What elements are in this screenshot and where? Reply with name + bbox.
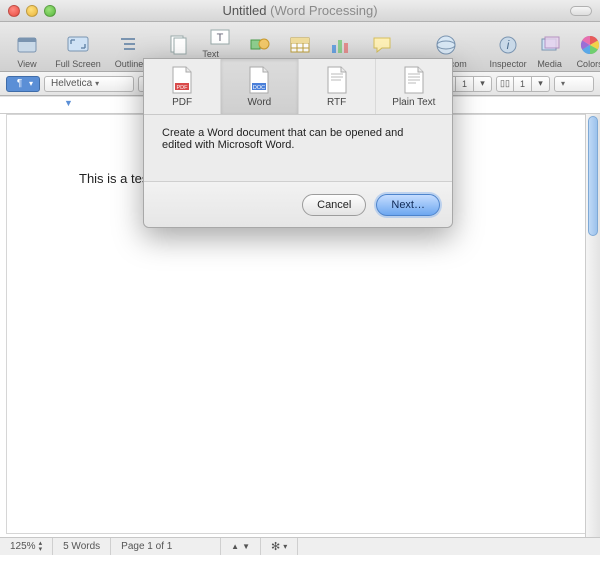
scrollbar-thumb[interactable] bbox=[588, 116, 598, 236]
outline-button[interactable]: Outline bbox=[112, 25, 146, 69]
word-count[interactable]: 5 Words bbox=[53, 538, 111, 555]
titlebar: Untitled (Word Processing) bbox=[0, 0, 600, 22]
document-title: Untitled bbox=[222, 3, 266, 18]
word-file-icon: DOC bbox=[247, 66, 271, 94]
inspector-icon: i bbox=[496, 33, 520, 57]
colors-button[interactable]: Colors bbox=[573, 25, 600, 69]
font-selector[interactable]: Helvetica ▾ bbox=[44, 76, 134, 92]
gear-icon: ✻ bbox=[271, 540, 280, 553]
full-screen-label: Full Screen bbox=[55, 59, 101, 69]
export-description-text: Create a Word document that can be opene… bbox=[162, 127, 403, 151]
app-mode: (Word Processing) bbox=[270, 3, 377, 18]
line-spacing-value[interactable]: 1 bbox=[456, 76, 474, 92]
inspector-label: Inspector bbox=[490, 59, 527, 69]
colors-label: Colors bbox=[577, 59, 600, 69]
inspector-button[interactable]: i Inspector bbox=[490, 25, 527, 69]
window-title: Untitled (Word Processing) bbox=[0, 3, 600, 18]
zoom-control[interactable]: 125% ▴▾ bbox=[0, 538, 53, 555]
status-bar: 125% ▴▾ 5 Words Page 1 of 1 ▲ ▼ ✻ ▾ bbox=[0, 537, 600, 555]
media-icon bbox=[538, 33, 562, 57]
full-screen-button[interactable]: Full Screen bbox=[50, 25, 106, 69]
chevron-down-icon: ▾ bbox=[561, 79, 565, 88]
export-sheet-footer: Cancel Next… bbox=[144, 181, 452, 227]
vertical-scrollbar[interactable] bbox=[585, 114, 600, 537]
sections-icon bbox=[167, 33, 191, 57]
cancel-button[interactable]: Cancel bbox=[302, 194, 366, 216]
plain-text-file-icon bbox=[402, 66, 426, 94]
media-label: Media bbox=[537, 59, 562, 69]
svg-text:i: i bbox=[507, 38, 510, 52]
paragraph-style-selector[interactable]: ¶ ▾ bbox=[6, 76, 40, 92]
page-info-text: Page 1 of 1 bbox=[121, 541, 172, 552]
full-screen-icon bbox=[66, 33, 90, 57]
font-name: Helvetica bbox=[51, 78, 92, 89]
chevron-down-icon: ▼ bbox=[242, 542, 250, 551]
table-icon bbox=[288, 33, 312, 57]
chevron-up-icon: ▲ bbox=[231, 542, 239, 551]
columns-group[interactable]: ▯▯ 1 ▾ bbox=[496, 76, 550, 92]
chevron-down-icon[interactable]: ▾ bbox=[474, 76, 492, 92]
export-sheet: PDF PDF DOC Word RTF Plain Text Create a… bbox=[143, 58, 453, 228]
list-style-selector[interactable]: ▾ bbox=[554, 76, 594, 92]
columns-icon[interactable]: ▯▯ bbox=[496, 76, 514, 92]
text-box-icon: T bbox=[208, 25, 232, 47]
chevron-down-icon: ▾ bbox=[29, 79, 33, 88]
export-tab-rtf-label: RTF bbox=[327, 97, 346, 108]
export-tab-pdf[interactable]: PDF PDF bbox=[144, 59, 221, 114]
columns-value[interactable]: 1 bbox=[514, 76, 532, 92]
rtf-file-icon bbox=[325, 66, 349, 94]
chevron-down-icon: ▾ bbox=[283, 542, 287, 551]
pdf-file-icon: PDF bbox=[170, 66, 194, 94]
word-count-text: 5 Words bbox=[63, 541, 100, 552]
shapes-icon bbox=[248, 33, 272, 57]
zoom-value: 125% bbox=[10, 541, 36, 552]
chevron-down-icon: ▾ bbox=[95, 79, 99, 88]
export-tab-pdf-label: PDF bbox=[172, 97, 192, 108]
charts-icon bbox=[328, 33, 352, 57]
comment-icon bbox=[370, 33, 394, 57]
view-label: View bbox=[17, 59, 36, 69]
outline-label: Outline bbox=[115, 59, 144, 69]
iwork-icon bbox=[434, 33, 458, 57]
paragraph-icon: ¶ bbox=[13, 78, 26, 89]
export-tab-word-label: Word bbox=[248, 97, 272, 108]
svg-text:T: T bbox=[216, 32, 223, 44]
view-button[interactable]: View bbox=[10, 25, 44, 69]
export-tab-plain-text[interactable]: Plain Text bbox=[376, 59, 452, 114]
outline-icon bbox=[117, 33, 141, 57]
export-tab-word[interactable]: DOC Word bbox=[221, 59, 298, 114]
view-icon bbox=[15, 33, 39, 57]
media-button[interactable]: Media bbox=[533, 25, 567, 69]
page-info[interactable]: Page 1 of 1 bbox=[111, 538, 221, 555]
chevron-up-down-icon: ▴▾ bbox=[39, 541, 43, 553]
chevron-down-icon[interactable]: ▾ bbox=[532, 76, 550, 92]
export-tab-rtf[interactable]: RTF bbox=[299, 59, 376, 114]
export-tab-plain-text-label: Plain Text bbox=[392, 97, 435, 108]
svg-text:PDF: PDF bbox=[177, 85, 189, 91]
export-description: Create a Word document that can be opene… bbox=[144, 115, 452, 181]
indent-marker-icon[interactable]: ▼ bbox=[64, 98, 73, 108]
svg-text:DOC: DOC bbox=[253, 85, 265, 91]
navigation-popup[interactable]: ▲ ▼ bbox=[221, 538, 261, 555]
toolbar-toggle-pill[interactable] bbox=[570, 6, 592, 16]
export-format-tabs: PDF PDF DOC Word RTF Plain Text bbox=[144, 59, 452, 115]
next-button[interactable]: Next… bbox=[376, 194, 440, 216]
action-menu[interactable]: ✻ ▾ bbox=[261, 538, 298, 555]
colors-icon bbox=[578, 33, 600, 57]
